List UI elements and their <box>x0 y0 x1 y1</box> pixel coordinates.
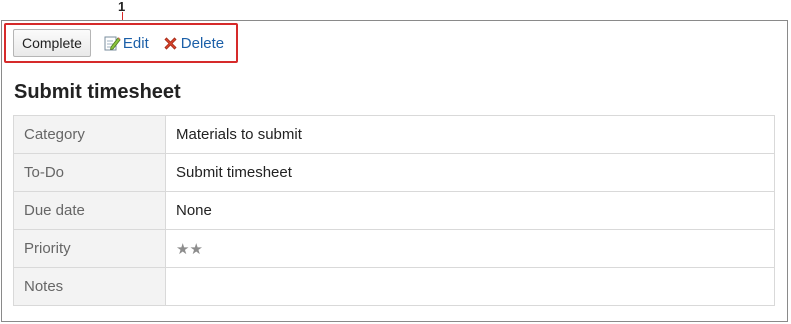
todo-details-table: Category Materials to submit To-Do Submi… <box>13 115 775 306</box>
todo-title: Submit timesheet <box>14 81 181 103</box>
pencil-edit-icon <box>104 35 121 52</box>
row-label: Category <box>13 115 166 154</box>
todo-toolbar: Complete Edit Delete <box>13 29 224 57</box>
table-row-due-date: Due date None <box>13 191 775 230</box>
table-row-category: Category Materials to submit <box>13 115 775 154</box>
edit-link[interactable]: Edit <box>104 35 149 52</box>
row-value: Materials to submit <box>165 115 775 154</box>
row-label: Due date <box>13 191 166 230</box>
row-value: Submit timesheet <box>165 153 775 192</box>
delete-link[interactable]: Delete <box>162 35 224 52</box>
complete-button[interactable]: Complete <box>13 29 91 57</box>
todo-detail-screen: 1 Complete Edit Delete Submit timesheet … <box>0 0 791 324</box>
delete-label: Delete <box>180 34 225 52</box>
priority-stars-icon: ★★ <box>176 240 203 258</box>
table-row-priority: Priority ★★ <box>13 229 775 268</box>
table-row-notes: Notes <box>13 267 775 306</box>
table-row-todo: To-Do Submit timesheet <box>13 153 775 192</box>
row-label: Priority <box>13 229 166 268</box>
priority-value: ★★ <box>165 229 775 268</box>
row-label: To-Do <box>13 153 166 192</box>
row-value: None <box>165 191 775 230</box>
row-label: Notes <box>13 267 166 306</box>
edit-label: Edit <box>122 34 149 52</box>
row-value <box>165 267 775 306</box>
red-x-delete-icon <box>162 35 179 52</box>
